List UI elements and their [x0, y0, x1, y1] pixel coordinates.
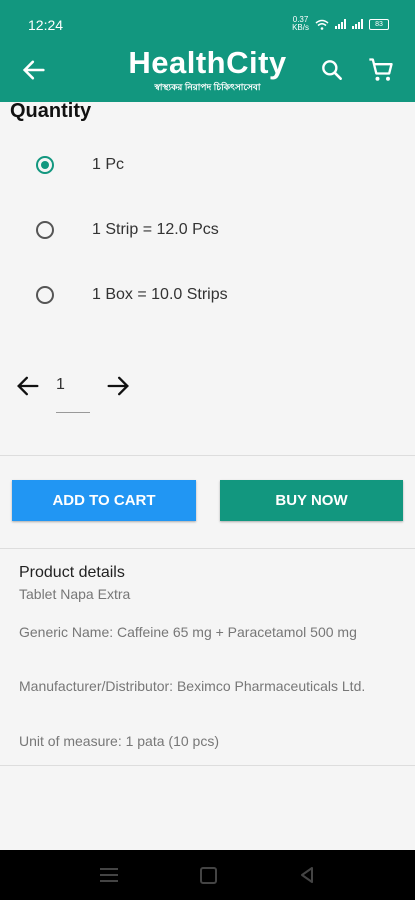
quantity-underline	[56, 412, 90, 413]
increase-arrow-icon[interactable]	[104, 372, 132, 400]
search-icon[interactable]	[319, 57, 345, 83]
system-nav-bar	[0, 850, 415, 900]
status-icons: 0.37 KB/s 83	[292, 16, 389, 32]
divider	[0, 455, 415, 456]
radio-selected[interactable]	[36, 156, 54, 174]
generic-name: Generic Name: Caffeine 65 mg + Paracetam…	[19, 624, 357, 640]
divider	[0, 548, 415, 549]
brand-tagline: স্বাস্থ্যকর নিরাপদ চিকিৎসাসেবা	[154, 82, 261, 92]
app-bar: HealthCity স্বাস্থ্যকর নিরাপদ চিকিৎসাসেব…	[0, 40, 415, 102]
quantity-option-box[interactable]: 1 Box = 10.0 Strips	[30, 277, 390, 313]
quantity-input[interactable]: 1	[56, 376, 65, 394]
status-time: 12:24	[28, 17, 64, 33]
unit-of-measure: Unit of measure: 1 pata (10 pcs)	[19, 733, 219, 749]
signal-icon-1	[335, 19, 346, 29]
brand-logo: HealthCity স্বাস্থ্যকর নিরাপদ চিকিৎসাসেব…	[0, 46, 415, 95]
home-icon[interactable]	[200, 867, 217, 884]
option-label: 1 Pc	[92, 156, 125, 173]
buy-now-button[interactable]: BUY NOW	[220, 480, 403, 521]
brand-name: HealthCity	[128, 45, 287, 80]
option-label: 1 Strip = 12.0 Pcs	[92, 221, 219, 238]
battery-icon: 83	[369, 18, 389, 30]
recent-apps-icon[interactable]	[100, 868, 118, 882]
network-speed: 0.37 KB/s	[292, 15, 309, 32]
quantity-title: Quantity	[10, 100, 92, 122]
wifi-icon	[315, 19, 329, 30]
radio-unselected[interactable]	[36, 221, 54, 239]
divider	[0, 765, 415, 766]
quantity-option-piece[interactable]: 1 Pc	[30, 147, 390, 183]
product-name: Tablet Napa Extra	[19, 586, 131, 602]
quantity-stepper: 1	[14, 368, 144, 418]
radio-unselected[interactable]	[36, 286, 54, 304]
manufacturer: Manufacturer/Distributor: Beximco Pharma…	[19, 678, 366, 694]
quantity-option-strip[interactable]: 1 Strip = 12.0 Pcs	[30, 212, 390, 248]
product-details-title: Product details	[19, 564, 125, 581]
decrease-arrow-icon[interactable]	[14, 372, 42, 400]
back-triangle-icon[interactable]	[298, 866, 316, 884]
option-label: 1 Box = 10.0 Strips	[92, 286, 228, 303]
add-to-cart-button[interactable]: ADD TO CART	[12, 480, 196, 521]
signal-icon-2	[352, 19, 363, 29]
cart-icon[interactable]	[367, 56, 395, 84]
